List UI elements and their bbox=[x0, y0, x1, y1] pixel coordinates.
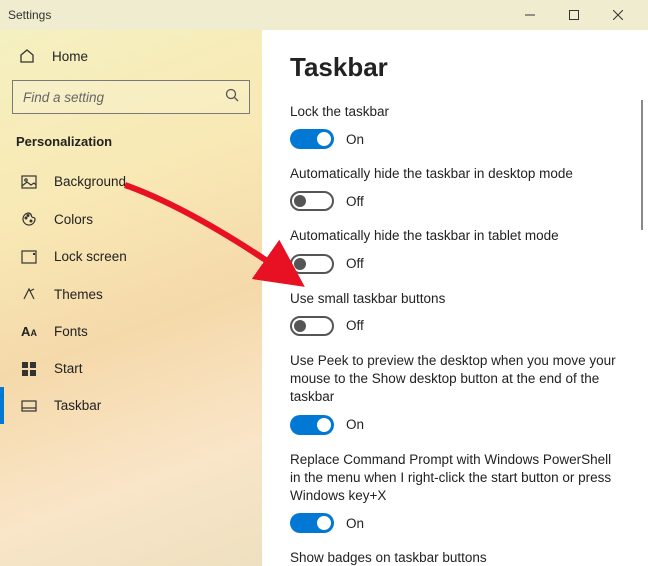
search-box[interactable] bbox=[12, 80, 250, 114]
toggle-state: On bbox=[346, 516, 364, 531]
toggle-state: On bbox=[346, 417, 364, 432]
section-label: Personalization bbox=[10, 126, 252, 163]
setting-small-buttons: Use small taskbar buttons Off bbox=[290, 290, 620, 336]
home-icon bbox=[18, 48, 36, 64]
toggle-state: Off bbox=[346, 194, 364, 209]
setting-label: Automatically hide the taskbar in tablet… bbox=[290, 227, 620, 245]
setting-powershell: Replace Command Prompt with Windows Powe… bbox=[290, 451, 620, 534]
sidebar-home[interactable]: Home bbox=[10, 38, 252, 74]
setting-autohide-tablet: Automatically hide the taskbar in tablet… bbox=[290, 227, 620, 273]
sidebar-item-label: Lock screen bbox=[54, 249, 127, 264]
taskbar-icon bbox=[20, 400, 38, 412]
start-icon bbox=[20, 362, 38, 376]
sidebar-item-taskbar[interactable]: Taskbar bbox=[10, 387, 252, 424]
setting-peek: Use Peek to preview the desktop when you… bbox=[290, 352, 620, 435]
setting-label: Replace Command Prompt with Windows Powe… bbox=[290, 451, 620, 506]
home-label: Home bbox=[52, 49, 88, 64]
fonts-icon: AA bbox=[20, 324, 38, 339]
sidebar-item-themes[interactable]: Themes bbox=[10, 275, 252, 313]
sidebar-item-label: Taskbar bbox=[54, 398, 101, 413]
titlebar: Settings bbox=[0, 0, 648, 30]
picture-icon bbox=[20, 175, 38, 189]
setting-label: Use small taskbar buttons bbox=[290, 290, 620, 308]
toggle-peek[interactable] bbox=[290, 415, 334, 435]
setting-badges: Show badges on taskbar buttons On bbox=[290, 549, 620, 566]
setting-autohide-desktop: Automatically hide the taskbar in deskto… bbox=[290, 165, 620, 211]
scrollbar[interactable] bbox=[641, 100, 643, 230]
sidebar-item-start[interactable]: Start bbox=[10, 350, 252, 387]
setting-label: Lock the taskbar bbox=[290, 103, 620, 121]
setting-label: Show badges on taskbar buttons bbox=[290, 549, 620, 566]
maximize-button[interactable] bbox=[552, 0, 596, 30]
lockscreen-icon bbox=[20, 250, 38, 264]
palette-icon bbox=[20, 211, 38, 227]
setting-label: Use Peek to preview the desktop when you… bbox=[290, 352, 620, 407]
sidebar-item-background[interactable]: Background bbox=[10, 163, 252, 200]
sidebar-item-label: Colors bbox=[54, 212, 93, 227]
sidebar-item-label: Themes bbox=[54, 287, 103, 302]
toggle-state: On bbox=[346, 132, 364, 147]
setting-lock-taskbar: Lock the taskbar On bbox=[290, 103, 620, 149]
themes-icon bbox=[20, 286, 38, 302]
toggle-lock-taskbar[interactable] bbox=[290, 129, 334, 149]
toggle-state: Off bbox=[346, 318, 364, 333]
toggle-state: Off bbox=[346, 256, 364, 271]
toggle-powershell[interactable] bbox=[290, 513, 334, 533]
toggle-autohide-tablet[interactable] bbox=[290, 254, 334, 274]
close-button[interactable] bbox=[596, 0, 640, 30]
page-title: Taskbar bbox=[290, 52, 620, 83]
search-input[interactable] bbox=[23, 90, 225, 105]
sidebar: Home Personalization Background Colors L… bbox=[0, 30, 262, 566]
sidebar-item-label: Background bbox=[54, 174, 126, 189]
sidebar-item-colors[interactable]: Colors bbox=[10, 200, 252, 238]
main-panel: Taskbar Lock the taskbar On Automaticall… bbox=[262, 30, 648, 566]
search-icon bbox=[225, 88, 239, 107]
toggle-small-buttons[interactable] bbox=[290, 316, 334, 336]
toggle-autohide-desktop[interactable] bbox=[290, 191, 334, 211]
window-title: Settings bbox=[8, 8, 51, 22]
setting-label: Automatically hide the taskbar in deskto… bbox=[290, 165, 620, 183]
sidebar-item-label: Start bbox=[54, 361, 83, 376]
sidebar-item-fonts[interactable]: AA Fonts bbox=[10, 313, 252, 350]
minimize-button[interactable] bbox=[508, 0, 552, 30]
sidebar-item-lockscreen[interactable]: Lock screen bbox=[10, 238, 252, 275]
sidebar-item-label: Fonts bbox=[54, 324, 88, 339]
